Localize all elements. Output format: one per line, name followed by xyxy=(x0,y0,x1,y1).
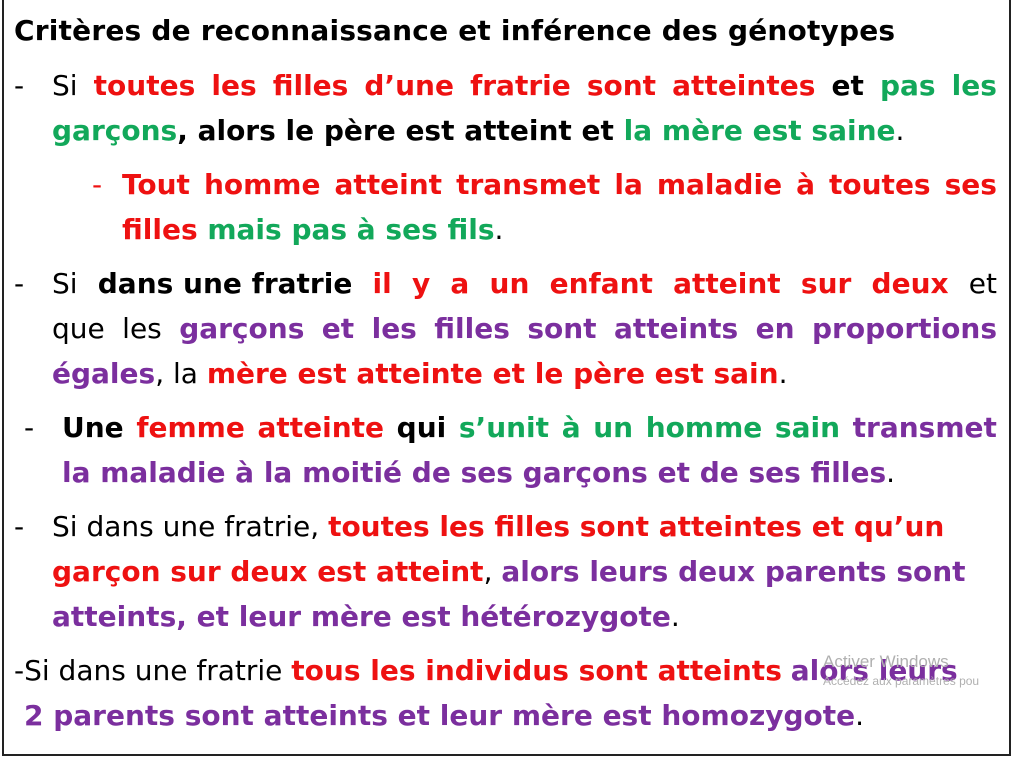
text-run: mais pas à ses fils xyxy=(197,213,495,246)
watermark-line1: Activer Windows xyxy=(823,652,949,671)
word: transmet xyxy=(852,411,997,444)
s4-line1: Si dans une fratrie, toutes les filles s… xyxy=(52,509,944,545)
word: homme xyxy=(203,168,321,201)
word: atteint xyxy=(334,168,443,201)
word: s’unit xyxy=(458,411,550,444)
word: sur xyxy=(800,267,852,300)
word: et xyxy=(831,69,864,102)
word: qui xyxy=(396,411,447,444)
text-run: . xyxy=(670,600,680,633)
s1sub-line2: filles mais pas à ses fils. xyxy=(122,212,503,248)
s1-line2: garçons, alors le père est atteint et la… xyxy=(52,113,904,149)
word: a xyxy=(450,267,470,300)
s1sub-line1: Tout homme atteint transmet la maladie à… xyxy=(122,167,997,203)
word: les xyxy=(211,69,257,102)
bullet-dash: - xyxy=(14,267,25,300)
text-run: , la xyxy=(155,357,207,390)
word: maladie xyxy=(656,168,783,201)
word: Une xyxy=(62,411,124,444)
text-run: , xyxy=(483,555,502,588)
word: femme xyxy=(136,411,245,444)
word: Si xyxy=(52,267,78,300)
text-run: garçon sur deux est atteint xyxy=(52,555,484,588)
word: proportions xyxy=(812,312,997,345)
activation-watermark: Activer Windows Accédez aux paramètres p… xyxy=(823,652,979,688)
word: dans une fratrie xyxy=(97,267,353,300)
word: les xyxy=(371,312,417,345)
text-run: , alors le père est atteint et xyxy=(177,114,624,147)
watermark-line2: Accédez aux paramètres pou xyxy=(823,674,980,688)
text-run: tous les individus sont atteints xyxy=(291,654,782,687)
bullet-dash: - xyxy=(14,510,25,543)
word: toutes xyxy=(829,168,931,201)
text-run: filles xyxy=(122,213,198,246)
text-run: alors leurs deux parents sont xyxy=(501,555,966,588)
bullet-dash: - xyxy=(14,69,25,102)
text-run: . xyxy=(895,114,905,147)
word: toutes xyxy=(93,69,196,102)
word: un xyxy=(593,411,634,444)
word: enfant xyxy=(549,267,653,300)
word: il xyxy=(372,267,392,300)
word: sont xyxy=(527,312,597,345)
word: à xyxy=(796,168,815,201)
word: et xyxy=(968,267,997,300)
s1-line1: Si toutes les filles d’une fratrie sont … xyxy=(52,68,997,104)
text-run: . xyxy=(494,213,504,246)
text-run: . xyxy=(886,456,896,489)
word: les xyxy=(122,312,162,345)
text-run: 2 parents sont atteints et leur mère est… xyxy=(24,699,856,732)
text-run: égales xyxy=(52,357,156,390)
word: les xyxy=(951,69,997,102)
text-run: mère est atteinte et le père est sain xyxy=(206,357,779,390)
bullet-dash: - xyxy=(24,411,35,444)
word: que xyxy=(52,312,105,345)
word: sont xyxy=(586,69,657,102)
word: à xyxy=(561,411,581,444)
text-run: la maladie à la moitié de ses garçons et… xyxy=(62,456,887,489)
word: garçons xyxy=(179,312,305,345)
word: atteint xyxy=(673,267,781,300)
word: homme xyxy=(645,411,763,444)
s2-line1: Si dans une fratrie il y a un enfant att… xyxy=(52,266,997,302)
s2-line3: égales, la mère est atteinte et le père … xyxy=(52,356,787,392)
document-title: Critères de reconnaissance et inférence … xyxy=(14,14,896,47)
word: atteinte xyxy=(257,411,385,444)
word: et xyxy=(321,312,355,345)
text-run: -Si dans une fratrie xyxy=(14,654,292,687)
text-run: . xyxy=(778,357,788,390)
s3-line1: Une femme atteinte qui s’unit à un homme… xyxy=(62,410,997,446)
word: fratrie xyxy=(470,69,571,102)
word: deux xyxy=(871,267,949,300)
s2-line2: que les garçons et les filles sont attei… xyxy=(52,311,997,347)
word: atteints xyxy=(613,312,739,345)
word: en xyxy=(755,312,795,345)
word: y xyxy=(411,267,431,300)
s5-line1: -Si dans une fratrie tous les individus … xyxy=(14,653,958,689)
s4-line3: atteints, et leur mère est hétérozygote. xyxy=(52,599,680,635)
word: Si xyxy=(52,69,78,102)
s3-line2: la maladie à la moitié de ses garçons et… xyxy=(62,455,895,491)
text-run: garçons xyxy=(52,114,178,147)
text-run: toutes les filles sont atteintes et qu’u… xyxy=(328,510,945,543)
word: Tout xyxy=(122,168,190,201)
word: un xyxy=(489,267,530,300)
word: pas xyxy=(879,69,936,102)
word: sain xyxy=(774,411,840,444)
s5-line2: 2 parents sont atteints et leur mère est… xyxy=(24,698,864,734)
word: atteintes xyxy=(672,69,816,102)
word: d’une xyxy=(364,69,454,102)
text-run: Si dans une fratrie, xyxy=(52,510,329,543)
text-run: atteints, et leur mère est hétérozygote xyxy=(52,600,671,633)
word: ses xyxy=(944,168,997,201)
sub-bullet-dash: - xyxy=(92,168,103,201)
word: transmet xyxy=(456,168,601,201)
word: filles xyxy=(434,312,510,345)
word: filles xyxy=(272,69,349,102)
text-run: la mère est saine xyxy=(623,114,896,147)
s4-line2: garçon sur deux est atteint, alors leurs… xyxy=(52,554,966,590)
word: la xyxy=(614,168,643,201)
text-run: . xyxy=(855,699,865,732)
